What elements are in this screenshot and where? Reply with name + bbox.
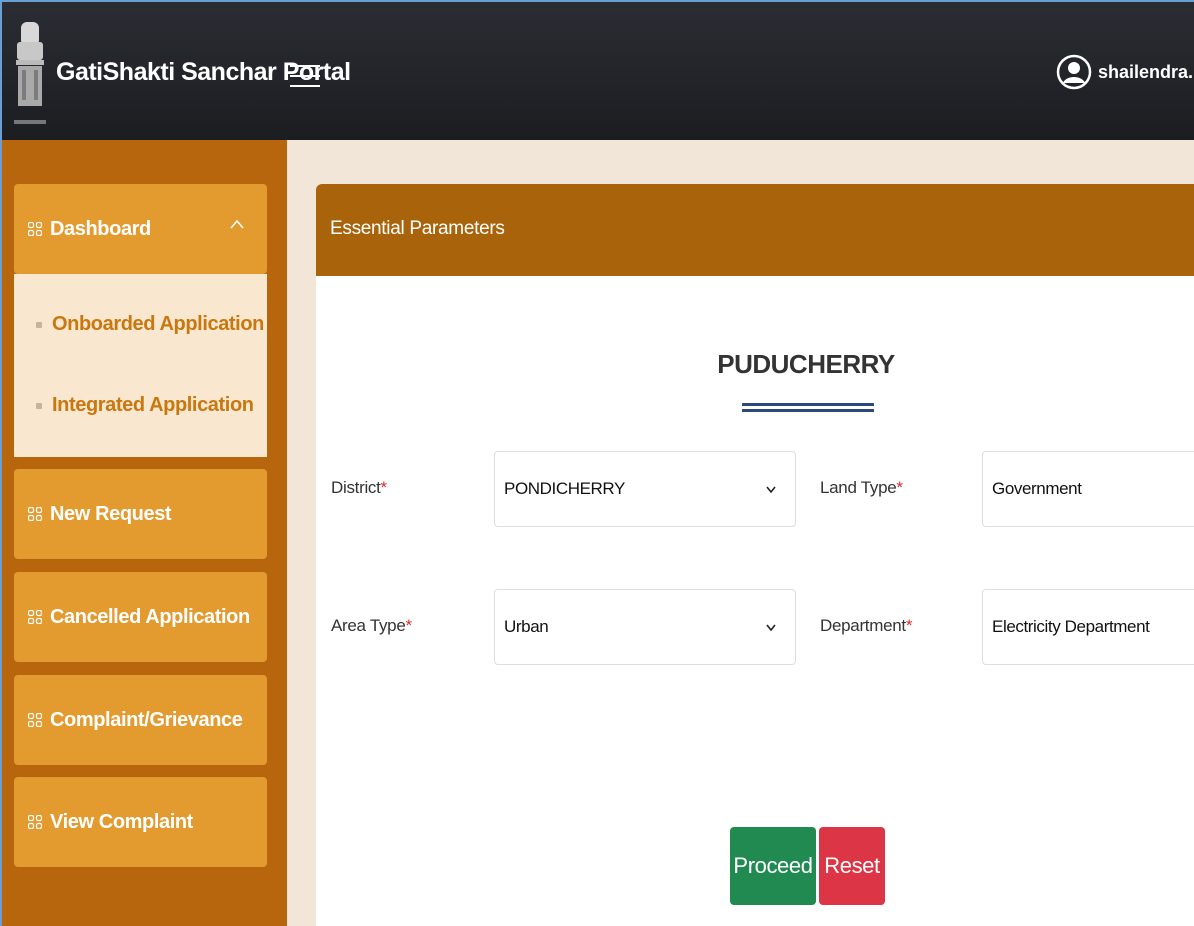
reset-button[interactable]: Reset xyxy=(819,827,885,905)
username: shailendra.mps xyxy=(1098,61,1194,82)
grid-icon xyxy=(28,610,42,624)
grid-icon xyxy=(28,507,42,521)
main-content: Essential Parameters PUDUCHERRY District… xyxy=(287,140,1194,926)
menu-toggle-icon[interactable] xyxy=(290,57,320,93)
title-underline xyxy=(742,409,874,412)
area-type-select[interactable]: Urban xyxy=(494,589,796,665)
sidebar-item-label: Cancelled Application xyxy=(50,605,250,628)
grid-icon xyxy=(28,713,42,727)
sidebar-item-label: New Request xyxy=(50,502,172,525)
chevron-down-icon xyxy=(766,486,776,494)
user-menu[interactable]: shailendra.mps xyxy=(1056,54,1194,90)
dashboard-submenu: Onboarded Application Integrated Applica… xyxy=(14,274,267,457)
state-title: PUDUCHERRY xyxy=(717,349,895,379)
grid-icon xyxy=(28,815,42,829)
card-title: Essential Parameters xyxy=(316,184,1194,276)
sidebar-item-dashboard[interactable]: Dashboard xyxy=(14,184,267,274)
district-value: PONDICHERRY xyxy=(504,479,625,498)
sidebar-item-label: Dashboard xyxy=(50,217,151,240)
bullet-icon xyxy=(36,321,42,328)
district-label: District* xyxy=(331,478,387,497)
essential-parameters-card: Essential Parameters PUDUCHERRY District… xyxy=(316,184,1194,926)
sidebar-item-new-request[interactable]: New Request xyxy=(14,469,267,559)
bullet-icon xyxy=(36,402,42,409)
proceed-button[interactable]: Proceed xyxy=(730,827,816,905)
subitem-label: Onboarded Application xyxy=(52,313,264,335)
sidebar-item-complaint-grievance[interactable]: Complaint/Grievance xyxy=(14,675,267,765)
area-type-value: Urban xyxy=(504,617,549,636)
sidebar-subitem-onboarded[interactable]: Onboarded Application xyxy=(36,313,264,336)
sidebar-item-cancelled-application[interactable]: Cancelled Application xyxy=(14,572,267,662)
district-select[interactable]: PONDICHERRY xyxy=(494,451,796,527)
chevron-up-icon xyxy=(230,219,244,229)
sidebar-item-view-complaint[interactable]: View Complaint xyxy=(14,777,267,867)
department-label: Department* xyxy=(820,616,913,635)
app-window: GatiShakti Sanchar Portal shailendra.mps… xyxy=(0,0,1194,926)
land-type-value: Government xyxy=(992,479,1082,498)
top-header: GatiShakti Sanchar Portal shailendra.mps xyxy=(2,2,1194,140)
department-value: Electricity Department xyxy=(992,617,1150,636)
sidebar: Dashboard Onboarded Application Integrat… xyxy=(2,140,287,926)
national-emblem-icon xyxy=(14,22,46,124)
land-type-select[interactable]: Government xyxy=(982,451,1194,527)
area-type-label: Area Type* xyxy=(331,616,412,635)
department-select[interactable]: Electricity Department xyxy=(982,589,1194,665)
sidebar-item-label: View Complaint xyxy=(50,810,193,833)
sidebar-item-label: Complaint/Grievance xyxy=(50,708,243,731)
grid-icon xyxy=(28,222,42,236)
subitem-label: Integrated Application xyxy=(52,394,254,416)
user-avatar-icon xyxy=(1056,54,1092,90)
sidebar-subitem-integrated[interactable]: Integrated Application xyxy=(36,394,254,417)
land-type-label: Land Type* xyxy=(820,478,903,497)
chevron-down-icon xyxy=(766,624,776,632)
title-underline xyxy=(742,403,874,406)
